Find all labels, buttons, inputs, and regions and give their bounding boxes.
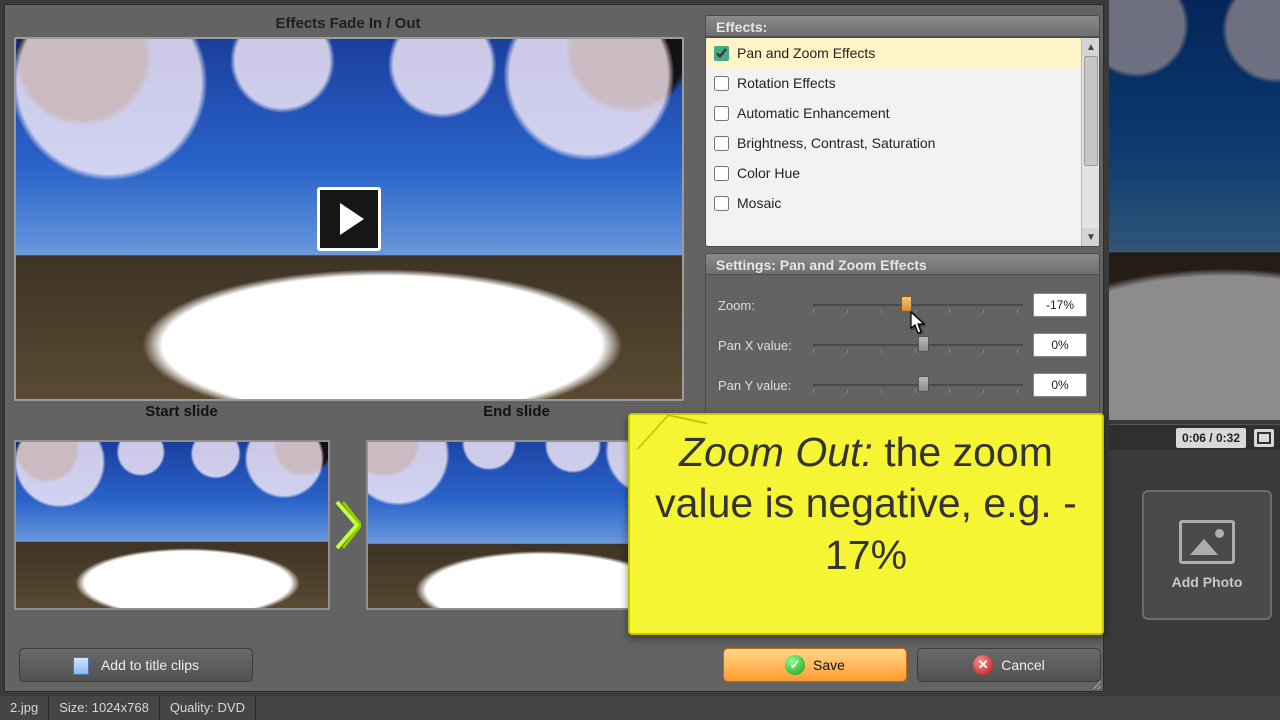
settings-header: Settings: Pan and Zoom Effects	[705, 253, 1100, 275]
effect-color-hue-checkbox[interactable]	[714, 166, 729, 181]
effect-rotation-checkbox[interactable]	[714, 76, 729, 91]
start-slide-label: Start slide	[14, 403, 349, 425]
play-icon	[340, 203, 364, 235]
settings-body: Zoom: -17% Pan X value: 0% Pan Y value:	[705, 275, 1100, 425]
pany-slider[interactable]	[813, 374, 1023, 396]
effect-auto-enhance[interactable]: Automatic Enhancement	[706, 98, 1099, 128]
preview-frame	[14, 37, 684, 401]
tooltip-em: Zoom Out:	[679, 429, 873, 475]
zoom-slider-knob[interactable]	[901, 296, 912, 312]
zoom-value[interactable]: -17%	[1033, 293, 1087, 317]
start-slide-thumb[interactable]	[14, 440, 330, 610]
scroll-up-icon[interactable]: ▲	[1082, 38, 1100, 56]
scroll-down-icon[interactable]: ▼	[1082, 228, 1100, 246]
effect-rotation[interactable]: Rotation Effects	[706, 68, 1099, 98]
panx-value[interactable]: 0%	[1033, 333, 1087, 357]
effects-scrollbar[interactable]: ▲ ▼	[1081, 38, 1099, 246]
effect-label: Color Hue	[737, 158, 800, 188]
effect-label: Brightness, Contrast, Saturation	[737, 128, 935, 158]
effect-label: Pan and Zoom Effects	[737, 38, 875, 68]
setting-pany: Pan Y value: 0%	[718, 365, 1087, 405]
playback-time: 0:06 / 0:32	[1176, 428, 1246, 448]
add-button-label: Add to title clips	[101, 657, 199, 673]
effects-header: Effects:	[705, 15, 1100, 37]
fullscreen-button[interactable]	[1254, 429, 1274, 447]
effect-pan-zoom[interactable]: Pan and Zoom Effects	[706, 38, 1099, 68]
save-button[interactable]: ✓ Save	[723, 648, 907, 682]
scroll-thumb[interactable]	[1084, 56, 1098, 166]
effect-label: Mosaic	[737, 188, 781, 218]
ok-icon: ✓	[785, 655, 805, 675]
effect-bcs[interactable]: Brightness, Contrast, Saturation	[706, 128, 1099, 158]
resize-grip-icon[interactable]	[1090, 678, 1101, 689]
setting-panx-label: Pan X value:	[718, 338, 813, 353]
status-size: Size: 1024x768	[49, 696, 160, 720]
effect-mosaic[interactable]: Mosaic	[706, 188, 1099, 218]
slide-thumbnails	[14, 425, 684, 625]
status-bar: 2.jpg Size: 1024x768 Quality: DVD	[0, 696, 1280, 720]
pany-slider-knob[interactable]	[918, 376, 929, 392]
app-root: Effects Fade In / Out Start slide End sl…	[0, 0, 1280, 720]
add-clip-icon	[73, 655, 93, 675]
playback-bar: 0:06 / 0:32	[1109, 424, 1280, 450]
panx-slider-knob[interactable]	[918, 336, 929, 352]
side-preview-image	[1109, 0, 1280, 420]
add-to-title-clips-button[interactable]: Add to title clips	[19, 648, 253, 682]
effect-mosaic-checkbox[interactable]	[714, 196, 729, 211]
effect-auto-enhance-checkbox[interactable]	[714, 106, 729, 121]
cancel-icon: ✕	[973, 655, 993, 675]
status-filename: 2.jpg	[0, 696, 49, 720]
status-quality: Quality: DVD	[160, 696, 256, 720]
effect-color-hue[interactable]: Color Hue	[706, 158, 1099, 188]
preview-image	[16, 39, 682, 399]
panx-slider[interactable]	[813, 334, 1023, 356]
effects-list: Pan and Zoom Effects Rotation Effects Au…	[705, 37, 1100, 247]
pany-value[interactable]: 0%	[1033, 373, 1087, 397]
setting-zoom-label: Zoom:	[718, 298, 813, 313]
setting-panx: Pan X value: 0%	[718, 325, 1087, 365]
add-photo-label: Add Photo	[1172, 574, 1243, 590]
cancel-button[interactable]: ✕ Cancel	[917, 648, 1101, 682]
effect-bcs-checkbox[interactable]	[714, 136, 729, 151]
preview-title: Effects Fade In / Out	[13, 15, 683, 32]
add-photo-tile[interactable]: Add Photo	[1142, 490, 1272, 620]
setting-zoom: Zoom: -17%	[718, 285, 1087, 325]
setting-pany-label: Pan Y value:	[718, 378, 813, 393]
play-button[interactable]	[317, 187, 381, 251]
effect-label: Automatic Enhancement	[737, 98, 890, 128]
slide-labels: Start slide End slide	[14, 403, 684, 425]
cancel-button-label: Cancel	[1001, 657, 1045, 673]
effects-dialog: Effects Fade In / Out Start slide End sl…	[4, 4, 1104, 692]
effect-pan-zoom-checkbox[interactable]	[714, 46, 729, 61]
save-button-label: Save	[813, 657, 845, 673]
photo-icon	[1179, 520, 1235, 564]
effect-label: Rotation Effects	[737, 68, 836, 98]
arrow-icon	[330, 440, 366, 610]
hint-tooltip: Zoom Out: the zoom value is negative, e.…	[628, 413, 1104, 635]
zoom-slider[interactable]	[813, 294, 1023, 316]
